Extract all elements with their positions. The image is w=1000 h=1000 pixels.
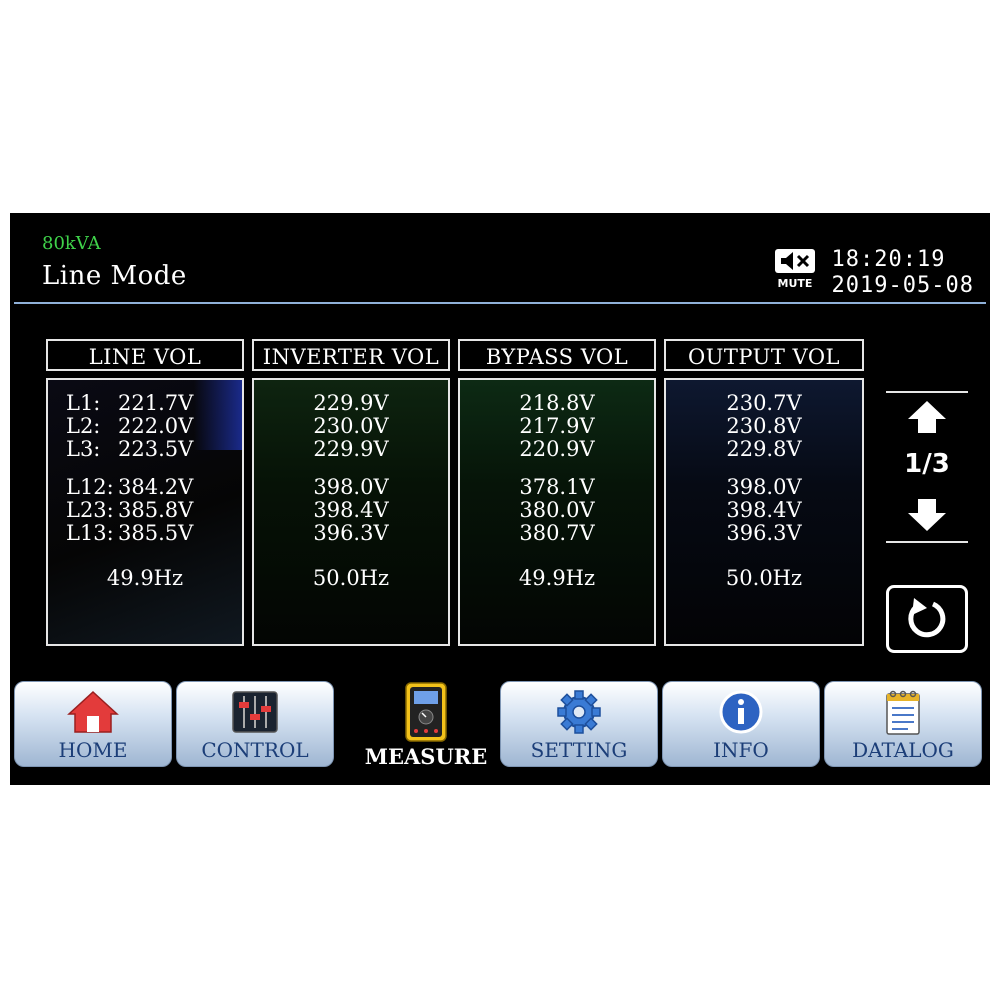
gear-icon bbox=[557, 690, 601, 734]
tab-control-label: CONTROL bbox=[201, 738, 309, 762]
home-icon bbox=[67, 690, 119, 733]
inverter-frequency: 50.0Hz bbox=[312, 566, 390, 590]
col-output-vol: 230.7V 230.8V 229.8V 398.0V 398.4V 396.3… bbox=[664, 378, 864, 646]
tab-measure[interactable]: MEASURE bbox=[350, 675, 502, 773]
line-ll-row: L23: 385.8V bbox=[66, 498, 194, 522]
arrow-down-icon bbox=[908, 499, 946, 531]
notepad-icon bbox=[886, 690, 920, 735]
col-inverter-vol: 229.9V 230.0V 229.9V 398.0V 398.4V 396.3… bbox=[252, 378, 450, 646]
ups-display: 80kVA Line Mode MUTE 18:20:19 2019-05-08… bbox=[10, 213, 990, 785]
col-header-bypass-vol: BYPASS VOL bbox=[458, 339, 656, 371]
line-phase-row: L2: 222.0V bbox=[66, 414, 194, 438]
ups-rating: 80kVA bbox=[42, 233, 101, 254]
arrow-up-icon bbox=[908, 401, 946, 433]
line-phase-row: L1: 221.7V bbox=[66, 391, 194, 415]
line-phase-row: L3: 223.5V bbox=[66, 437, 194, 461]
tab-setting[interactable]: SETTING bbox=[500, 681, 658, 767]
col-header-inverter-vol: INVERTER VOL bbox=[252, 339, 450, 371]
col-line-vol: L1: 221.7V L2: 222.0V L3: 223.5V L12: 384.2V… bbox=[46, 378, 244, 646]
tab-datalog-label: DATALOG bbox=[852, 738, 954, 762]
refresh-icon bbox=[908, 598, 946, 638]
col-header-output-vol: OUTPUT VOL bbox=[664, 339, 864, 371]
tab-info[interactable]: INFO bbox=[662, 681, 820, 767]
tab-measure-label: MEASURE bbox=[364, 744, 488, 769]
page-indicator: 1/3 bbox=[904, 449, 950, 479]
inverter-ll-group: 398.0V 398.4V 396.3V bbox=[313, 475, 389, 545]
output-frequency: 50.0Hz bbox=[725, 566, 803, 590]
bypass-frequency: 49.9Hz bbox=[518, 566, 596, 590]
line-frequency: 49.9Hz bbox=[106, 566, 184, 590]
page-navigator: 1/3 bbox=[886, 381, 968, 551]
speaker-mute-icon bbox=[775, 249, 815, 273]
line-ll-row: L12: 384.2V bbox=[66, 475, 194, 499]
bypass-phase-group: 218.8V 217.9V 220.9V bbox=[519, 391, 595, 461]
clock-time: 18:20:19 bbox=[831, 247, 946, 272]
mute-label: MUTE bbox=[777, 277, 813, 290]
line-ll-row: L13: 385.5V bbox=[66, 521, 194, 545]
line-phase-group: L1: 221.7V L2: 222.0V L3: 223.5V bbox=[48, 392, 242, 461]
clock-date: 2019-05-08 bbox=[831, 273, 974, 298]
info-icon bbox=[719, 690, 763, 734]
tab-info-label: INFO bbox=[713, 738, 769, 762]
output-ll-group: 398.0V 398.4V 396.3V bbox=[726, 475, 802, 545]
bypass-ll-group: 378.1V 380.0V 380.7V bbox=[519, 475, 595, 545]
page-down-button[interactable] bbox=[886, 493, 968, 543]
tab-setting-label: SETTING bbox=[530, 738, 628, 762]
tab-control[interactable]: CONTROL bbox=[176, 681, 334, 767]
output-phase-group: 230.7V 230.8V 229.8V bbox=[726, 391, 802, 461]
col-bypass-vol: 218.8V 217.9V 220.9V 378.1V 380.0V 380.7… bbox=[458, 378, 656, 646]
operating-mode: Line Mode bbox=[42, 261, 187, 291]
tab-datalog[interactable]: DATALOG bbox=[824, 681, 982, 767]
sliders-icon bbox=[232, 691, 278, 733]
header-divider bbox=[14, 302, 986, 304]
multimeter-icon bbox=[405, 682, 447, 742]
col-header-line-vol: LINE VOL bbox=[46, 339, 244, 371]
tab-home-label: HOME bbox=[58, 738, 128, 762]
refresh-button[interactable] bbox=[886, 585, 968, 653]
line-ll-group: L12: 384.2V L23: 385.8V L13: 385.5V bbox=[48, 476, 242, 545]
page-up-button[interactable] bbox=[886, 391, 968, 441]
clock: 18:20:19 2019-05-08 bbox=[832, 247, 974, 299]
tab-home[interactable]: HOME bbox=[14, 681, 172, 767]
inverter-phase-group: 229.9V 230.0V 229.9V bbox=[313, 391, 389, 461]
mute-button[interactable]: MUTE bbox=[772, 249, 818, 295]
